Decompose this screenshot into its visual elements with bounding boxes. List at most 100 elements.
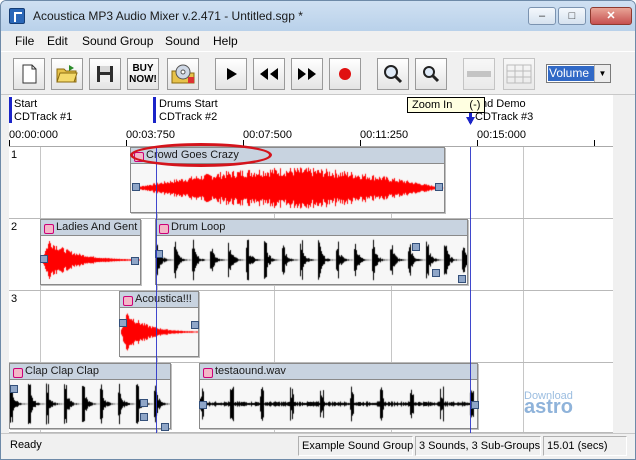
sound-clip[interactable]: Ladies And Gent [40,219,141,285]
tooltip-shortcut: (-) [469,99,481,111]
clip-label: Ladies And Gent [41,220,140,236]
magnifier-icon [384,65,403,84]
app-icon [9,8,25,24]
status-bar: Ready Example Sound Group 3 Sounds, 3 Su… [1,433,635,459]
grid-button[interactable] [503,58,535,90]
marker-start-track: CDTrack #1 [14,111,73,123]
save-button[interactable] [89,58,121,90]
volume-handle[interactable] [140,413,148,421]
volume-handle[interactable] [131,257,139,265]
status-counts: 3 Sounds, 3 Sub-Groups [415,436,541,456]
close-button[interactable]: ✕ [590,7,632,25]
menu-edit[interactable]: Edit [47,34,68,48]
track-row[interactable]: 3 [9,291,613,363]
record-button[interactable] [329,58,361,90]
fast-forward-icon [298,68,316,80]
marker-start-label: Start [14,98,38,110]
sound-clip[interactable]: Acoustica!!! [119,291,199,357]
volume-handle[interactable] [119,319,127,327]
grid-icon [506,64,532,84]
volume-handle[interactable] [140,399,148,407]
marker-drums-label: Drums Start [159,98,218,110]
ruler-tick [360,140,361,146]
timecode-0: 00:00:000 [9,129,58,141]
menu-bar: File Edit Sound Group Sound Help [1,31,635,51]
rewind-icon [260,68,278,80]
volume-selected-value: Volume [548,66,594,81]
volume-handle[interactable] [199,401,207,409]
menu-sound-group[interactable]: Sound Group [82,34,153,48]
chevron-down-icon[interactable]: ▼ [594,65,610,82]
menu-file[interactable]: File [15,34,34,48]
sound-clip[interactable]: testaound.wav [199,363,478,429]
burn-cd-button[interactable] [167,58,199,90]
track-area[interactable]: 1 2 3 Crowd Goes Crazy Ladies And Gent D… [9,147,613,433]
track-number: 3 [11,293,18,305]
zoom-out-button[interactable] [377,58,409,90]
zoom-in-button[interactable] [415,58,447,90]
toolbar: BUY NOW! [1,51,635,95]
marker-bar-drums[interactable] [153,97,156,123]
playhead-line[interactable] [470,147,471,433]
timecode-4: 00:15:000 [477,129,526,141]
marker-bar-start[interactable] [9,97,12,123]
buy-now-label: BUY NOW! [129,63,157,85]
scrollbar-track[interactable] [613,95,635,433]
save-disk-icon [97,66,113,82]
status-duration: 15.01 (secs) [543,436,627,456]
track-number: 2 [11,221,18,233]
mute-button[interactable] [463,58,495,90]
ruler-tick [126,140,127,146]
watermark-brand: astro [524,396,573,418]
waveform [200,380,477,428]
waveform [41,236,140,284]
fast-forward-button[interactable] [291,58,323,90]
timecode-3: 00:11:250 [360,129,409,141]
new-file-icon [22,64,37,84]
play-icon [227,68,237,80]
waveform [120,308,198,356]
rewind-button[interactable] [253,58,285,90]
playhead-marker-icon [466,117,475,125]
timeline-ruler[interactable]: Start CDTrack #1 Drums Start CDTrack #2 … [9,95,613,147]
minimize-button[interactable]: – [528,7,556,25]
marker-demo-label: nd Demo [481,98,526,110]
zoom-in-icon [423,66,440,83]
status-state: Ready [10,439,42,451]
volume-handle[interactable] [132,183,140,191]
window-title: Acoustica MP3 Audio Mixer v.2.471 - Unti… [33,9,303,23]
cursor-line [156,147,157,433]
volume-handle[interactable] [432,269,440,277]
sound-clip[interactable]: Drum Loop [155,219,468,285]
volume-select[interactable]: Volume ▼ [546,64,611,83]
ruler-tick [9,140,10,146]
volume-handle[interactable] [412,243,420,251]
new-file-button[interactable] [13,58,45,90]
volume-handle[interactable] [40,255,48,263]
volume-handle[interactable] [458,275,466,283]
clip-label: Acoustica!!! [120,292,198,308]
volume-handle[interactable] [10,385,18,393]
volume-handle[interactable] [471,401,479,409]
menu-help[interactable]: Help [213,34,238,48]
volume-handle[interactable] [435,183,443,191]
play-button[interactable] [215,58,247,90]
app-window: Acoustica MP3 Audio Mixer v.2.471 - Unti… [0,0,636,460]
track-number: 1 [11,149,18,161]
status-group: Example Sound Group [298,436,413,456]
cd-burn-icon [171,64,195,84]
maximize-button[interactable]: □ [558,7,586,25]
zoom-in-tooltip: Zoom In (-) [407,97,486,113]
menu-sound[interactable]: Sound [165,34,200,48]
ruler-tick [594,140,595,146]
volume-handle[interactable] [191,321,199,329]
buy-now-button[interactable]: BUY NOW! [127,58,159,90]
open-folder-icon [56,65,78,83]
record-icon [339,68,351,80]
waveform [156,236,467,284]
highlight-ellipse [130,143,272,167]
timecode-2: 00:07:500 [243,129,292,141]
open-button[interactable] [51,58,83,90]
volume-handle[interactable] [161,423,169,431]
title-bar: Acoustica MP3 Audio Mixer v.2.471 - Unti… [1,1,635,31]
